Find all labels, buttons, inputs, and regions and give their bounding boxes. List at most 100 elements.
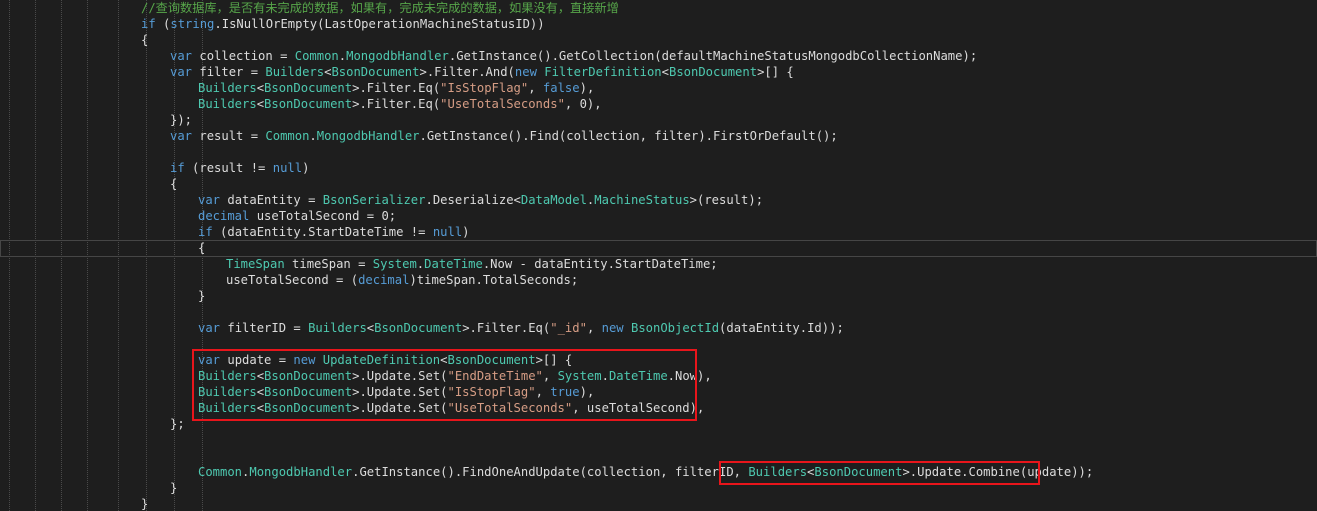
text-token: .GetInstance().GetCollection(defaultMach…	[448, 49, 978, 63]
text-token: {	[141, 33, 149, 47]
code-line[interactable]: useTotalSecond = (decimal)timeSpan.Total…	[226, 272, 578, 288]
keyword-token: null	[432, 225, 463, 239]
string-token: "UseTotalSeconds"	[440, 97, 565, 111]
text-token: )	[302, 161, 310, 175]
keyword-token: if	[198, 225, 213, 239]
type-token: BsonDocument	[669, 65, 758, 79]
type-token: DateTime	[424, 257, 483, 271]
type-token: DataModel	[520, 193, 587, 207]
text-token: )timeSpan.TotalSeconds;	[409, 273, 579, 287]
text-token: (result !=	[184, 161, 273, 175]
text-token: filter =	[192, 65, 266, 79]
code-line[interactable]: var filter = Builders<BsonDocument>.Filt…	[170, 64, 794, 80]
text-token: ),	[579, 81, 595, 95]
text-token: , 0),	[564, 97, 602, 111]
keyword-token: decimal	[198, 209, 250, 223]
update-combine-highlight-box	[719, 461, 1040, 485]
type-token: MachineStatus	[594, 193, 690, 207]
text-token: >.Filter.Eq(	[352, 97, 441, 111]
keyword-token: if	[170, 161, 185, 175]
code-line[interactable]: {	[198, 240, 205, 256]
text-token: >.Filter.Eq(	[352, 81, 441, 95]
text-token: }	[141, 497, 149, 511]
code-line[interactable]: };	[170, 416, 185, 432]
text-token: });	[170, 113, 193, 127]
code-line[interactable]: }	[198, 288, 205, 304]
code-line[interactable]: TimeSpan timeSpan = System.DateTime.Now …	[226, 256, 718, 272]
code-line[interactable]: Builders<BsonDocument>.Filter.Eq("IsStop…	[198, 80, 594, 96]
type-token: BsonDocument	[264, 81, 353, 95]
text-token: }	[198, 289, 206, 303]
code-line[interactable]: var filterID = Builders<BsonDocument>.Fi…	[198, 320, 844, 336]
text-token: ,	[586, 321, 602, 335]
code-line[interactable]: }	[170, 480, 177, 496]
code-line[interactable]: {	[141, 32, 148, 48]
text-token: >(result);	[689, 193, 764, 207]
string-token: "_id"	[550, 321, 587, 335]
type-token: System	[372, 257, 417, 271]
text-token: };	[170, 417, 185, 431]
text-token: ,	[528, 81, 543, 95]
code-line[interactable]: var collection = Common.MongodbHandler.G…	[170, 48, 977, 64]
keyword-token: string	[170, 17, 215, 31]
type-token: MongodbHandler	[249, 465, 353, 479]
text-token: <	[661, 65, 669, 79]
type-token: Builders	[308, 321, 367, 335]
text-token: dataEntity =	[220, 193, 323, 207]
code-line[interactable]: var result = Common.MongodbHandler.GetIn…	[170, 128, 838, 144]
type-token: Builders	[198, 97, 257, 111]
comment-token: //查询数据库，是否有未完成的数据，如果有，完成未完成的数据，如果没有，直接新增	[141, 1, 619, 15]
keyword-token: new	[514, 65, 537, 79]
keyword-token: false	[542, 81, 580, 95]
text-token: .Now - dataEntity.StartDateTime;	[482, 257, 718, 271]
keyword-token: var	[170, 65, 193, 79]
code-line[interactable]: //查询数据库，是否有未完成的数据，如果有，完成未完成的数据，如果没有，直接新增	[141, 0, 619, 16]
code-line[interactable]: {	[170, 176, 177, 192]
type-token: Builders	[198, 81, 257, 95]
keyword-token: var	[198, 321, 221, 335]
text-token: IsNullOrEmpty(LastOperationMachineStatus…	[221, 17, 545, 31]
keyword-token: var	[170, 129, 193, 143]
text-token: <	[256, 81, 265, 95]
code-line[interactable]: if (dataEntity.StartDateTime != null)	[198, 224, 470, 240]
code-line[interactable]: if (result != null)	[170, 160, 309, 176]
keyword-token: new	[601, 321, 624, 335]
code-line[interactable]: Builders<BsonDocument>.Filter.Eq("UseTot…	[198, 96, 602, 112]
text-token: }	[170, 481, 178, 495]
code-line[interactable]: decimal useTotalSecond = 0;	[198, 208, 396, 224]
type-token: Common	[265, 129, 310, 143]
type-token: TimeSpan	[226, 257, 285, 271]
update-definition-highlight-box	[192, 349, 697, 421]
keyword-token: var	[198, 193, 221, 207]
text-token: )	[462, 225, 470, 239]
type-token: Common	[198, 465, 243, 479]
text-token: <	[256, 97, 265, 111]
type-token: MongodbHandler	[346, 49, 449, 63]
keyword-token: decimal	[358, 273, 410, 287]
string-token: "IsStopFlag"	[440, 81, 529, 95]
code-line[interactable]: if (string.IsNullOrEmpty(LastOperationMa…	[141, 16, 545, 32]
type-token: Common	[294, 49, 339, 63]
text-token: result =	[192, 129, 266, 143]
type-token: BsonDocument	[374, 321, 463, 335]
code-line[interactable]: }	[141, 496, 148, 511]
text-token: >.Filter.Eq(	[462, 321, 551, 335]
type-token: MongodbHandler	[316, 129, 420, 143]
text-token: useTotalSecond = 0;	[249, 209, 397, 223]
text-token: collection =	[192, 49, 295, 63]
code-line[interactable]: var dataEntity = BsonSerializer.Deserial…	[198, 192, 763, 208]
text-token: >[] {	[757, 65, 794, 79]
text-token: (dataEntity.StartDateTime !=	[212, 225, 433, 239]
code-line[interactable]: });	[170, 112, 192, 128]
text-token: (	[155, 17, 171, 31]
keyword-token: null	[272, 161, 303, 175]
code-editor[interactable]: //查询数据库，是否有未完成的数据，如果有，完成未完成的数据，如果没有，直接新增…	[0, 0, 1317, 511]
type-token: BsonDocument	[264, 97, 353, 111]
text-token: .GetInstance().FindOneAndUpdate(collecti…	[352, 465, 749, 479]
type-token: BsonDocument	[331, 65, 420, 79]
type-token: BsonSerializer	[322, 193, 426, 207]
type-token: FilterDefinition	[544, 65, 662, 79]
text-token: .Deserialize<	[425, 193, 521, 207]
text-token: {	[170, 177, 178, 191]
